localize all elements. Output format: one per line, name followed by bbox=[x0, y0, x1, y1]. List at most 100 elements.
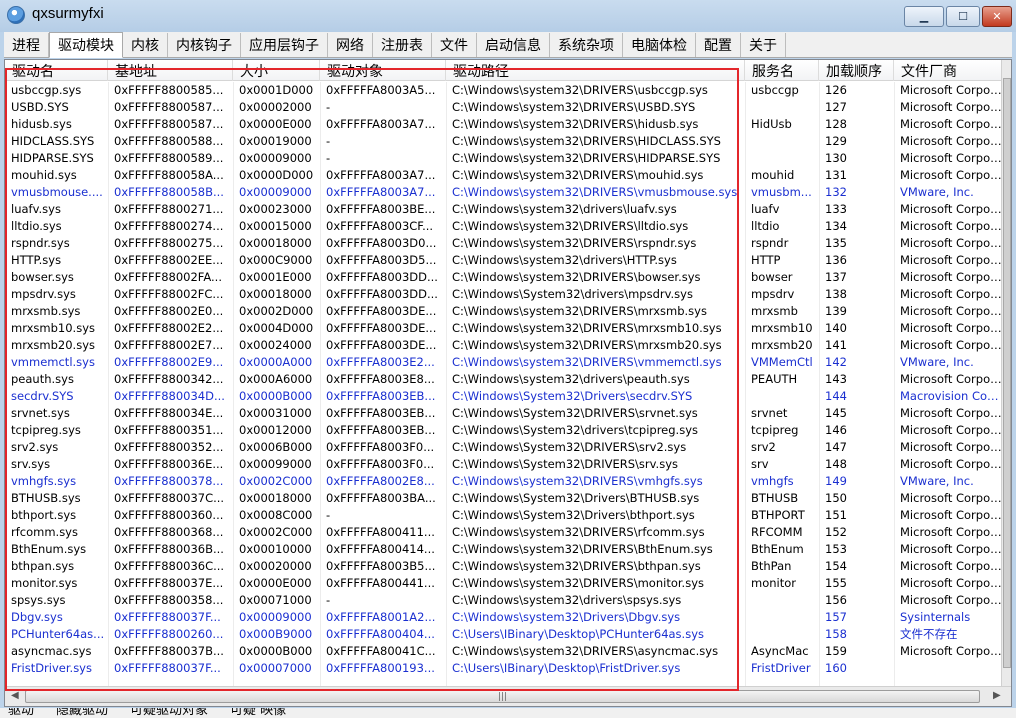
table-row[interactable]: monitor.sys 0xFFFFF880037E... 0x0000E000 0x… bbox=[5, 575, 1002, 592]
table-row[interactable]: mpsdrv.sys 0xFFFFF88002FC... 0x00018000 0xF… bbox=[5, 286, 1002, 303]
table-row[interactable]: vmmemctl.sys 0xFFFFF88002E9... 0x0000A000 0… bbox=[5, 354, 1002, 371]
table-row[interactable]: FristDriver.sys 0xFFFFF880037F... 0x000070… bbox=[5, 660, 1002, 677]
col-service-name-cell: PEAUTH bbox=[751, 372, 798, 386]
scroll-right-arrow-icon[interactable]: ▶ bbox=[993, 690, 1001, 701]
col-driver-path-header[interactable]: 驱动路径 bbox=[446, 60, 745, 81]
table-row[interactable]: tcpipreg.sys 0xFFFFF8800351... 0x00012000 0… bbox=[5, 422, 1002, 439]
tab-registry[interactable]: 注册表 bbox=[373, 33, 432, 57]
table-row[interactable]: rspndr.sys 0xFFFFF8800275... 0x00018000 0xF… bbox=[5, 235, 1002, 252]
col-base-address-cell: 0xFFFFF88002E2... bbox=[114, 321, 224, 335]
col-driver-name-cell: lltdio.sys bbox=[11, 219, 62, 233]
close-button[interactable]: ✕ bbox=[982, 6, 1012, 27]
table-row[interactable]: rfcomm.sys 0xFFFFF8800368... 0x0002C000 0xF… bbox=[5, 524, 1002, 541]
col-file-vendor-cell: Microsoft Corpor... bbox=[900, 202, 1002, 216]
col-file-vendor-cell: Microsoft Corpor... bbox=[900, 219, 1002, 233]
vertical-scrollbar[interactable] bbox=[1001, 60, 1011, 686]
tab-kernel[interactable]: 内核 bbox=[123, 33, 168, 57]
table-row[interactable]: BthEnum.sys 0xFFFFF880036B... 0x00010000 0x… bbox=[5, 541, 1002, 558]
table-row[interactable]: HIDCLASS.SYS 0xFFFFF8800588... 0x00019000-… bbox=[5, 133, 1002, 150]
tab-misc[interactable]: 系统杂项 bbox=[550, 33, 623, 57]
col-service-name-header[interactable]: 服务名 bbox=[745, 60, 819, 81]
table-row[interactable]: peauth.sys 0xFFFFF8800342... 0x000A6000 0xF… bbox=[5, 371, 1002, 388]
table-row[interactable]: usbccgp.sys 0xFFFFF8800585... 0x0001D000 0x… bbox=[5, 82, 1002, 99]
tab-user-hooks[interactable]: 应用层钩子 bbox=[241, 33, 328, 57]
table-row[interactable]: USBD.SYS 0xFFFFF8800587... 0x00002000- C:\W… bbox=[5, 99, 1002, 116]
col-size-cell: 0x00071000 bbox=[239, 593, 312, 607]
vertical-scroll-thumb[interactable] bbox=[1003, 78, 1011, 668]
col-base-address-cell: 0xFFFFF8800358... bbox=[114, 593, 224, 607]
table-row[interactable]: bowser.sys 0xFFFFF88002FA... 0x0001E000 0xF… bbox=[5, 269, 1002, 286]
table-row[interactable]: mrxsmb20.sys 0xFFFFF88002E7... 0x00024000 0… bbox=[5, 337, 1002, 354]
col-base-address-cell: 0xFFFFF880034E... bbox=[114, 406, 224, 420]
col-driver-path-cell: C:\Windows\system32\DRIVERS\asyncmac.sys bbox=[452, 644, 719, 658]
table-row[interactable]: lltdio.sys 0xFFFFF8800274... 0x00015000 0xF… bbox=[5, 218, 1002, 235]
table-row[interactable]: vmhgfs.sys 0xFFFFF8800378... 0x0002C000 0xF… bbox=[5, 473, 1002, 490]
table-row[interactable]: hidusb.sys 0xFFFFF8800587... 0x0000E000 0xF… bbox=[5, 116, 1002, 133]
col-size-cell: 0x00020000 bbox=[239, 559, 312, 573]
table-row[interactable]: bthpan.sys 0xFFFFF880036C... 0x00020000 0xF… bbox=[5, 558, 1002, 575]
driver-list-view[interactable]: 驱动名 基地址 大小 驱动对象 驱动路径 服务名 加载顺序 文件厂商 usbccgp.sys 0… bbox=[4, 59, 1012, 707]
col-driver-path-cell: C:\Windows\system32\DRIVERS\BthEnum.sys bbox=[452, 542, 713, 556]
table-row[interactable]: asyncmac.sys 0xFFFFF880037B... 0x0000B000 0… bbox=[5, 643, 1002, 660]
table-row[interactable]: mrxsmb10.sys 0xFFFFF88002E2... 0x0004D000 0… bbox=[5, 320, 1002, 337]
table-row[interactable]: srvnet.sys 0xFFFFF880034E... 0x00031000 0xF… bbox=[5, 405, 1002, 422]
col-file-vendor-cell: Microsoft Corpor... bbox=[900, 644, 1002, 658]
col-driver-object-cell: 0xFFFFFA80041C... bbox=[326, 644, 436, 658]
table-row[interactable]: HIDPARSE.SYS 0xFFFFF8800589... 0x00009000-… bbox=[5, 150, 1002, 167]
minimize-button[interactable]: ▁ bbox=[904, 6, 944, 27]
tab-driver-modules[interactable]: 驱动模块 bbox=[49, 32, 123, 58]
table-row[interactable]: srv2.sys 0xFFFFF8800352... 0x0006B000 0xFFF… bbox=[5, 439, 1002, 456]
col-driver-path-cell: C:\Windows\System32\drivers\tcpipreg.sys bbox=[452, 423, 698, 437]
col-driver-object-header[interactable]: 驱动对象 bbox=[320, 60, 446, 81]
col-service-name-cell: lltdio bbox=[751, 219, 780, 233]
col-driver-object-cell: 0xFFFFFA8003BA... bbox=[326, 491, 436, 505]
col-base-address-cell: 0xFFFFF880036C... bbox=[114, 559, 225, 573]
col-base-address-cell: 0xFFFFF8800360... bbox=[114, 508, 224, 522]
col-size-header[interactable]: 大小 bbox=[233, 60, 320, 81]
col-driver-object-cell: 0xFFFFFA8002E8... bbox=[326, 474, 435, 488]
col-size-cell: 0x00009000 bbox=[239, 610, 312, 624]
col-driver-name-header[interactable]: 驱动名 bbox=[5, 60, 108, 81]
tab-kernel-hooks[interactable]: 内核钩子 bbox=[168, 33, 241, 57]
tab-file[interactable]: 文件 bbox=[432, 33, 477, 57]
table-row[interactable]: spsys.sys 0xFFFFF8800358... 0x00071000- C:\… bbox=[5, 592, 1002, 609]
tab-process[interactable]: 进程 bbox=[4, 33, 49, 57]
table-row[interactable]: PCHunter64as... 0xFFFFF8800260... 0x000B90… bbox=[5, 626, 1002, 643]
scroll-left-arrow-icon[interactable]: ◀ bbox=[11, 690, 19, 701]
tab-network[interactable]: 网络 bbox=[328, 33, 373, 57]
tab-config[interactable]: 配置 bbox=[696, 33, 741, 57]
horizontal-scrollbar[interactable]: ◀ ||| ▶ bbox=[5, 686, 1011, 706]
table-row[interactable]: mrxsmb.sys 0xFFFFF88002E0... 0x0002D000 0xF… bbox=[5, 303, 1002, 320]
tab-about[interactable]: 关于 bbox=[741, 33, 786, 57]
col-driver-name-cell: bowser.sys bbox=[11, 270, 74, 284]
col-driver-object-cell: 0xFFFFFA8003E2... bbox=[326, 355, 435, 369]
col-base-address-cell: 0xFFFFF88002E9... bbox=[114, 355, 224, 369]
col-load-order-cell: 134 bbox=[825, 219, 847, 233]
col-file-vendor-header[interactable]: 文件厂商 bbox=[894, 60, 1002, 81]
table-row[interactable]: mouhid.sys 0xFFFFF880058A... 0x0000D000 0xF… bbox=[5, 167, 1002, 184]
col-size-cell: 0x00023000 bbox=[239, 202, 312, 216]
table-row[interactable]: HTTP.sys 0xFFFFF88002EE... 0x000C9000 0xFFF… bbox=[5, 252, 1002, 269]
tab-checkup[interactable]: 电脑体检 bbox=[623, 33, 696, 57]
tab-startup[interactable]: 启动信息 bbox=[477, 33, 550, 57]
col-size-cell: 0x0000B000 bbox=[239, 389, 313, 403]
horizontal-scroll-thumb[interactable]: ||| bbox=[25, 690, 980, 703]
col-load-order-cell: 159 bbox=[825, 644, 847, 658]
col-base-address-cell: 0xFFFFF88002E7... bbox=[114, 338, 224, 352]
table-row[interactable]: vmusbmouse.... 0xFFFFF880058B... 0x0000900… bbox=[5, 184, 1002, 201]
table-row[interactable]: bthport.sys 0xFFFFF8800360... 0x0008C000- C… bbox=[5, 507, 1002, 524]
col-driver-name-cell: monitor.sys bbox=[11, 576, 78, 590]
col-file-vendor-cell: Microsoft Corpor... bbox=[900, 593, 1002, 607]
maximize-button[interactable]: ☐ bbox=[946, 6, 980, 27]
table-row[interactable]: Dbgv.sys 0xFFFFF880037F... 0x00009000 0xFFF… bbox=[5, 609, 1002, 626]
col-base-address-header[interactable]: 基地址 bbox=[108, 60, 233, 81]
col-file-vendor-cell: Microsoft Corpor... bbox=[900, 542, 1002, 556]
table-row[interactable]: srv.sys 0xFFFFF880036E... 0x00099000 0xFFFF… bbox=[5, 456, 1002, 473]
col-load-order-header[interactable]: 加载顺序 bbox=[819, 60, 894, 81]
col-load-order-cell: 155 bbox=[825, 576, 847, 590]
table-row[interactable]: secdrv.SYS 0xFFFFF880034D... 0x0000B000 0xF… bbox=[5, 388, 1002, 405]
table-row[interactable]: luafv.sys 0xFFFFF8800271... 0x00023000 0xFF… bbox=[5, 201, 1002, 218]
col-driver-path-cell: C:\Windows\system32\DRIVERS\HIDPARSE.SYS bbox=[452, 151, 721, 165]
col-driver-path-cell: C:\Windows\system32\DRIVERS\mrxsmb10.sys bbox=[452, 321, 722, 335]
table-row[interactable]: BTHUSB.sys 0xFFFFF880037C... 0x00018000 0xF… bbox=[5, 490, 1002, 507]
